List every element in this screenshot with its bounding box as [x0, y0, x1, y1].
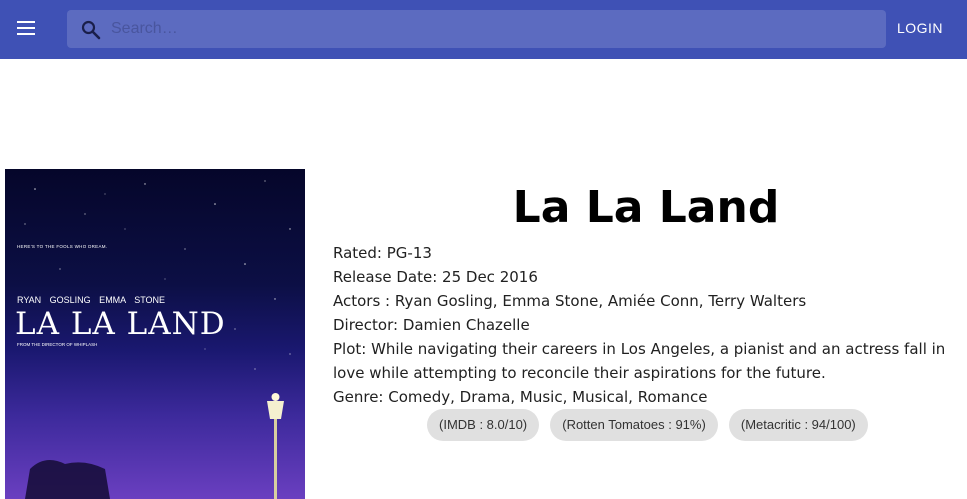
ratings-chips: (IMDB : 8.0/10) (Rotten Tomatoes : 91%) … — [427, 409, 874, 441]
poster-title: LA LA LAND — [15, 306, 226, 342]
plot-text: Plot: While navigating their careers in … — [333, 340, 946, 382]
movie-info: Rated: PG-13 Release Date: 25 Dec 2016 A… — [333, 241, 959, 409]
login-button[interactable]: LOGIN — [889, 14, 951, 42]
actors-text: Actors : Ryan Gosling, Emma Stone, Amiée… — [333, 292, 807, 310]
imdb-rating-chip[interactable]: (IMDB : 8.0/10) — [427, 409, 540, 441]
poster-actors: RYAN GOSLING EMMA STONE — [17, 295, 166, 305]
movie-poster: HERE'S TO THE FOOLS WHO DREAM. RYAN GOSL… — [5, 169, 305, 499]
poster-credit: FROM THE DIRECTOR OF WHIPLASH — [17, 342, 98, 347]
menu-icon-bar — [17, 27, 35, 29]
search-icon — [81, 20, 101, 40]
release-date-text: Release Date: 25 Dec 2016 — [333, 268, 538, 286]
metacritic-rating-chip[interactable]: (Metacritic : 94/100) — [728, 409, 868, 441]
search-box[interactable] — [67, 10, 886, 48]
poster-tagline: HERE'S TO THE FOOLS WHO DREAM. — [17, 244, 108, 249]
menu-icon — [17, 21, 35, 23]
menu-button[interactable] — [11, 12, 43, 44]
rotten-tomatoes-rating-chip[interactable]: (Rotten Tomatoes : 91%) — [550, 409, 718, 441]
search-input[interactable] — [111, 10, 871, 48]
movie-title: La La Land — [512, 182, 780, 233]
rated-text: Rated: PG-13 — [333, 244, 432, 262]
menu-icon-bar — [17, 33, 35, 35]
app-bar: LOGIN — [0, 0, 967, 59]
director-text: Director: Damien Chazelle — [333, 316, 530, 334]
genre-text: Genre: Comedy, Drama, Music, Musical, Ro… — [333, 388, 708, 406]
